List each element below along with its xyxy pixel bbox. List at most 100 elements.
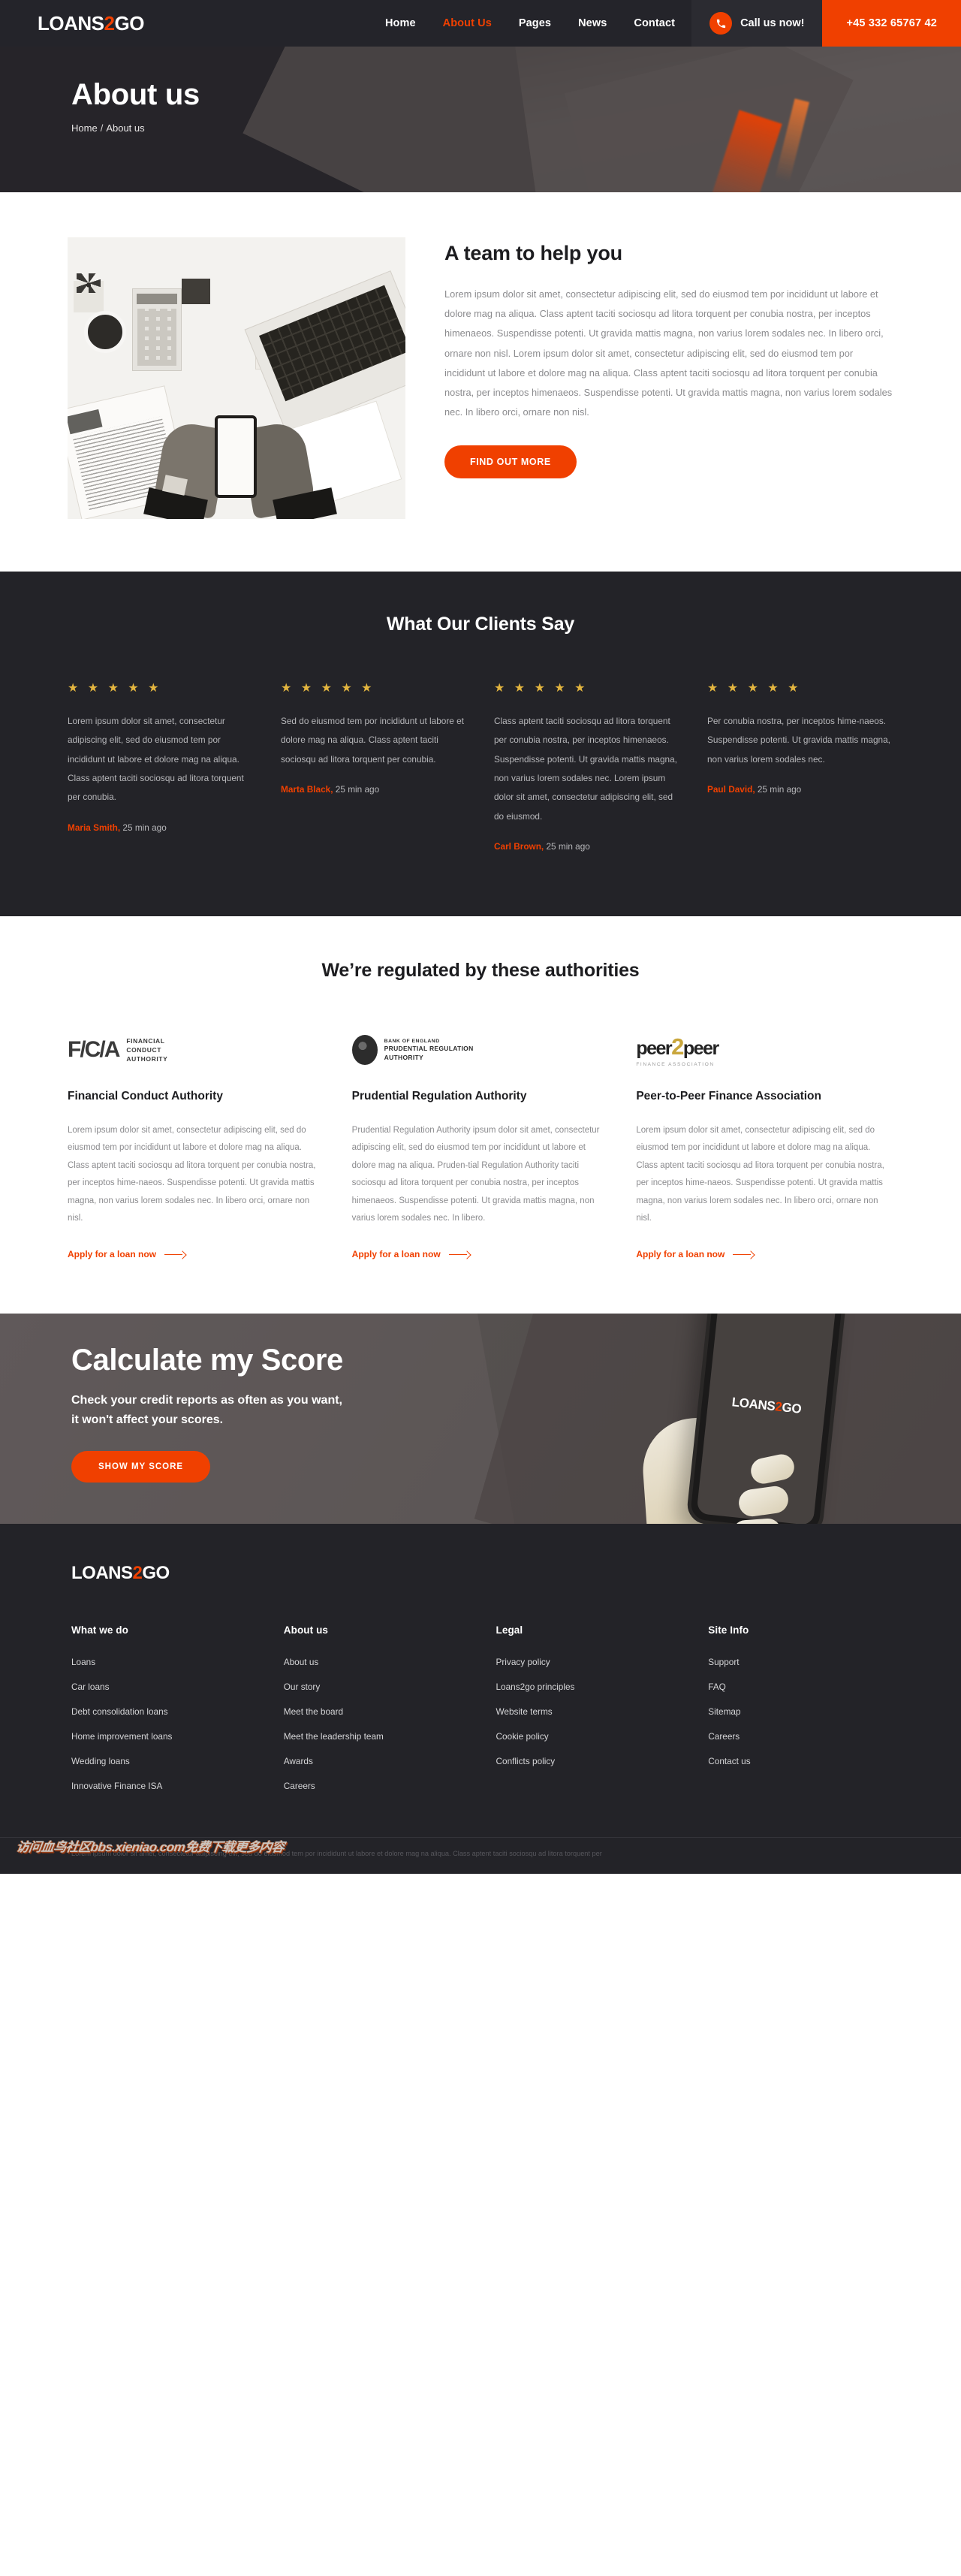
logo-text-tail: GO (114, 11, 144, 35)
testimonial-text: Class aptent taciti sociosqu ad litora t… (494, 716, 677, 822)
nav-item-news[interactable]: News (578, 17, 607, 29)
team-section: A team to help you Lorem ipsum dolor sit… (0, 192, 961, 572)
fca-logo-words: FINANCIAL CONDUCT AUTHORITY (126, 1036, 168, 1063)
phone-icon (709, 12, 733, 35)
footer-link[interactable]: FAQ (708, 1682, 893, 1692)
p2p-word-two: 2 (671, 1033, 684, 1060)
pra-logo-line3: AUTHORITY (384, 1053, 423, 1061)
testimonial-meta: Maria Smith, 25 min ago (68, 822, 254, 833)
footer-column-what-we-do: What we do Loans Car loans Debt consolid… (71, 1624, 257, 1805)
testimonials-heading: What Our Clients Say (386, 614, 575, 635)
testimonial-meta: Paul David, 25 min ago (707, 784, 893, 795)
authority-title: Prudential Regulation Authority (351, 1090, 527, 1103)
arrow-right-icon (164, 1251, 185, 1258)
authority-title: Financial Conduct Authority (68, 1090, 223, 1103)
authority-text: Prudential Regulation Authority ipsum do… (351, 1125, 600, 1223)
star-rating-icon: ★ ★ ★ ★ ★ (707, 682, 802, 695)
glasses-decor (182, 279, 210, 304)
authority-text: Lorem ipsum dolor sit amet, consectetur … (68, 1125, 316, 1223)
p2p-word-b: peer (682, 1037, 719, 1059)
calculator-decor (132, 288, 182, 371)
footer-link[interactable]: Wedding loans (71, 1756, 257, 1766)
footer-link[interactable]: Loans (71, 1657, 257, 1667)
p2p-logo-sub: FINANCE ASSOCIATION (636, 1061, 715, 1067)
show-my-score-button[interactable]: SHOW MY SCORE (71, 1450, 211, 1483)
apply-link-label: Apply for a loan now (636, 1249, 725, 1259)
footer-link[interactable]: About us (284, 1657, 469, 1667)
footer-link[interactable]: Home improvement loans (71, 1731, 257, 1742)
footer-link[interactable]: Debt consolidation loans (71, 1706, 257, 1717)
team-body-text: Lorem ipsum dolor sit amet, consectetur … (444, 288, 893, 418)
footer-link[interactable]: Sitemap (708, 1706, 893, 1717)
footer-link[interactable]: Innovative Finance ISA (71, 1781, 257, 1791)
star-rating-icon: ★ ★ ★ ★ ★ (281, 682, 375, 695)
footer-link[interactable]: Contact us (708, 1756, 893, 1766)
testimonials-section: What Our Clients Say ★ ★ ★ ★ ★ Lorem ips… (0, 572, 961, 917)
site-logo[interactable]: LOANS 2 GO (0, 0, 144, 47)
testimonial-card: ★ ★ ★ ★ ★ Per conubia nostra, per incept… (707, 680, 893, 852)
call-us-now-button[interactable]: Call us now! (691, 0, 823, 47)
phone-number-button[interactable]: +45 332 65767 42 (822, 0, 961, 47)
star-rating-icon: ★ ★ ★ ★ ★ (494, 682, 589, 695)
footer-link[interactable]: Conflicts policy (496, 1756, 682, 1766)
breadcrumb-current: About us (106, 122, 145, 134)
footer-link[interactable]: Website terms (496, 1706, 682, 1717)
logo-text-accent: 2 (104, 11, 115, 35)
site-footer: LOANS2GO What we do Loans Car loans Debt… (0, 1524, 961, 1874)
footer-link[interactable]: Careers (284, 1781, 469, 1791)
nav-item-pages[interactable]: Pages (519, 17, 551, 29)
testimonial-text: Lorem ipsum dolor sit amet, consectetur … (68, 716, 244, 803)
footer-link[interactable]: Car loans (71, 1682, 257, 1692)
apply-link-label: Apply for a loan now (351, 1249, 441, 1259)
testimonial-card: ★ ★ ★ ★ ★ Sed do eiusmod tem por incidid… (281, 680, 467, 852)
testimonial-author: Paul David, (707, 784, 755, 795)
footer-link[interactable]: Support (708, 1657, 893, 1667)
pra-logo-line2: PRUDENTIAL REGULATION (384, 1045, 474, 1053)
footer-column-heading: What we do (71, 1624, 128, 1636)
footer-link[interactable]: Meet the board (284, 1706, 469, 1717)
footer-link[interactable]: Careers (708, 1731, 893, 1742)
footer-link[interactable]: Privacy policy (496, 1657, 682, 1667)
apply-link-label: Apply for a loan now (68, 1249, 157, 1259)
peer2peer-wordmark-icon: peer2peer (636, 1033, 719, 1060)
nav-item-home[interactable]: Home (385, 17, 416, 29)
bank-of-england-seal-icon (351, 1035, 378, 1066)
phone-screen-logo-tail: GO (781, 1400, 803, 1416)
page-root: LOANS 2 GO Home About Us Pages News Contac… (0, 0, 961, 1874)
breadcrumb: Home / About us (71, 122, 893, 134)
nav-item-about-us[interactable]: About Us (443, 17, 492, 29)
call-us-label: Call us now! (740, 17, 805, 29)
authority-text: Lorem ipsum dolor sit amet, consectetur … (636, 1125, 884, 1223)
testimonial-text: Sed do eiusmod tem por incididunt ut lab… (281, 716, 464, 765)
fca-monogram-icon: F/C/A (68, 1037, 120, 1063)
testimonial-meta: Carl Brown, 25 min ago (494, 841, 680, 852)
footer-column-site-info: Site Info Support FAQ Sitemap Careers Co… (708, 1624, 893, 1805)
plant-decor (74, 273, 104, 312)
fca-logo: F/C/A FINANCIAL CONDUCT AUTHORITY (68, 1028, 325, 1072)
apply-for-loan-link[interactable]: Apply for a loan now (352, 1249, 470, 1259)
apply-for-loan-link[interactable]: Apply for a loan now (68, 1249, 185, 1259)
footer-logo[interactable]: LOANS2GO (68, 1563, 893, 1584)
p2p-word-a: peer (636, 1037, 672, 1059)
apply-for-loan-link[interactable]: Apply for a loan now (636, 1249, 754, 1259)
phone-screen-logo-main: LOANS (731, 1395, 776, 1414)
smartphone-decor (215, 415, 257, 498)
breadcrumb-home[interactable]: Home (71, 122, 98, 134)
page-hero-banner: About us Home / About us (0, 47, 961, 192)
footer-link[interactable]: Cookie policy (496, 1731, 682, 1742)
nav-item-contact[interactable]: Contact (634, 17, 675, 29)
arrow-right-icon (733, 1251, 754, 1258)
testimonial-author: Marta Black, (281, 784, 333, 795)
testimonial-card: ★ ★ ★ ★ ★ Class aptent taciti sociosqu a… (494, 680, 680, 852)
footer-column-heading: Site Info (708, 1624, 749, 1636)
laptop-decor (244, 270, 405, 434)
footer-link[interactable]: Our story (284, 1682, 469, 1692)
footer-link[interactable]: Awards (284, 1756, 469, 1766)
footer-link[interactable]: Meet the leadership team (284, 1731, 469, 1742)
find-out-more-button[interactable]: FIND OUT MORE (444, 445, 577, 478)
breadcrumb-separator: / (100, 122, 104, 134)
footer-link[interactable]: Loans2go principles (496, 1682, 682, 1692)
footer-column-legal: Legal Privacy policy Loans2go principles… (496, 1624, 682, 1805)
testimonial-card: ★ ★ ★ ★ ★ Lorem ipsum dolor sit amet, co… (68, 680, 254, 852)
testimonial-author: Maria Smith, (68, 822, 121, 833)
